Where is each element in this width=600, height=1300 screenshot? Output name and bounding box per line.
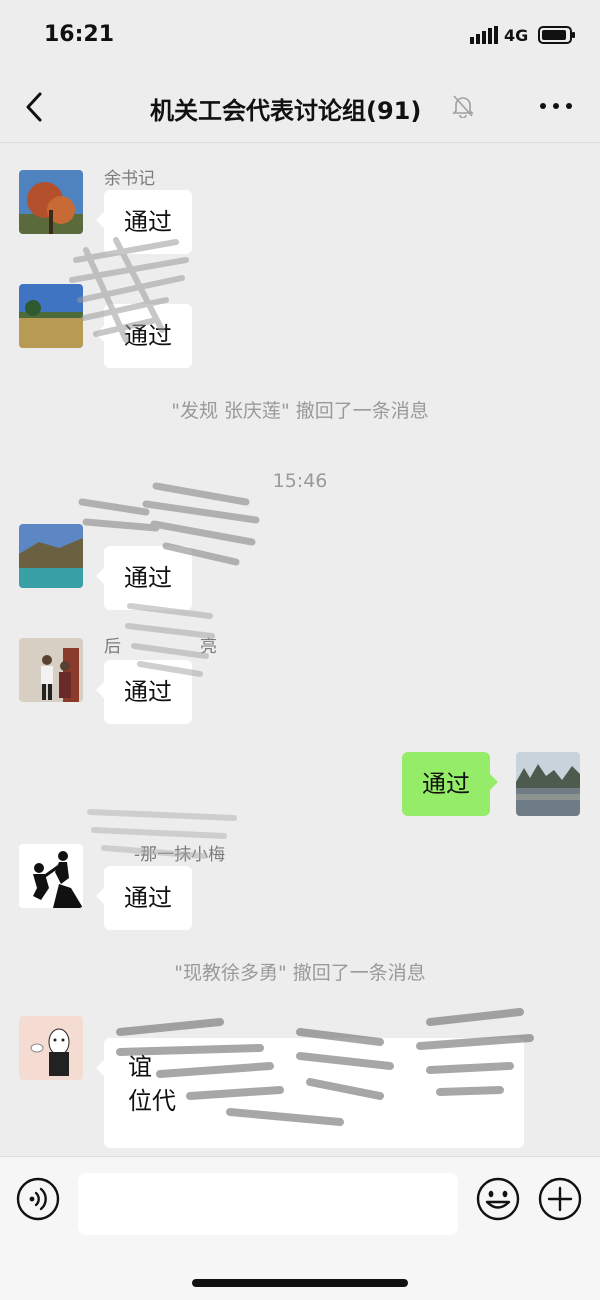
more-dots-icon[interactable] [538, 94, 574, 118]
home-indicator[interactable] [192, 1279, 408, 1287]
status-time: 16:21 [44, 22, 115, 47]
message-bubble[interactable]: 通过 [96, 866, 192, 930]
sender-name: 后 [104, 637, 121, 657]
sender-name: -那一抹小梅 [134, 845, 226, 865]
network-label: 4G [504, 26, 529, 45]
message-line: 谊 [128, 1053, 152, 1081]
chevron-left-icon[interactable] [22, 90, 50, 124]
avatar[interactable] [19, 524, 83, 588]
timestamp: 15:46 [272, 470, 328, 492]
my-avatar[interactable] [516, 752, 580, 816]
message-list[interactable]: 余书记 通过 通过 "发规 张庆莲" 撤回了一条消息 15:46 通过 后 亮 … [0, 142, 600, 1156]
sender-name-tail: 亮 [200, 637, 217, 657]
chat-header: 机关工会代表讨论组(91) [0, 70, 600, 143]
message-bubble[interactable]: 通过 [96, 660, 192, 724]
avatar[interactable] [19, 284, 83, 348]
plus-icon[interactable] [538, 1177, 582, 1221]
avatar[interactable] [19, 844, 83, 908]
avatar[interactable] [19, 1016, 83, 1080]
signal-icon [470, 26, 498, 44]
voice-icon[interactable] [16, 1177, 60, 1221]
message-bubble[interactable]: 通过 [96, 546, 192, 610]
message-bubble[interactable]: 通过 [96, 190, 192, 254]
avatar[interactable] [19, 638, 83, 702]
message-input[interactable] [78, 1173, 458, 1235]
sender-name: 余书记 [104, 169, 155, 189]
status-bar: 16:21 4G [0, 0, 600, 70]
avatar[interactable] [19, 170, 83, 234]
message-bubble[interactable]: 通过 [96, 304, 192, 368]
chat-title[interactable]: 机关工会代表讨论组(91) [150, 91, 421, 126]
input-bar [0, 1156, 600, 1300]
message-line: 位代 [128, 1087, 176, 1115]
message-bubble[interactable]: 谊 位代 [96, 1038, 524, 1148]
system-notice: "现教徐多勇" 撤回了一条消息 [174, 962, 426, 984]
battery-icon [538, 26, 575, 44]
my-message-bubble[interactable]: 通过 [402, 752, 498, 816]
system-notice: "发规 张庆莲" 撤回了一条消息 [171, 400, 429, 422]
emoji-icon[interactable] [476, 1177, 520, 1221]
bell-off-icon [452, 95, 474, 118]
